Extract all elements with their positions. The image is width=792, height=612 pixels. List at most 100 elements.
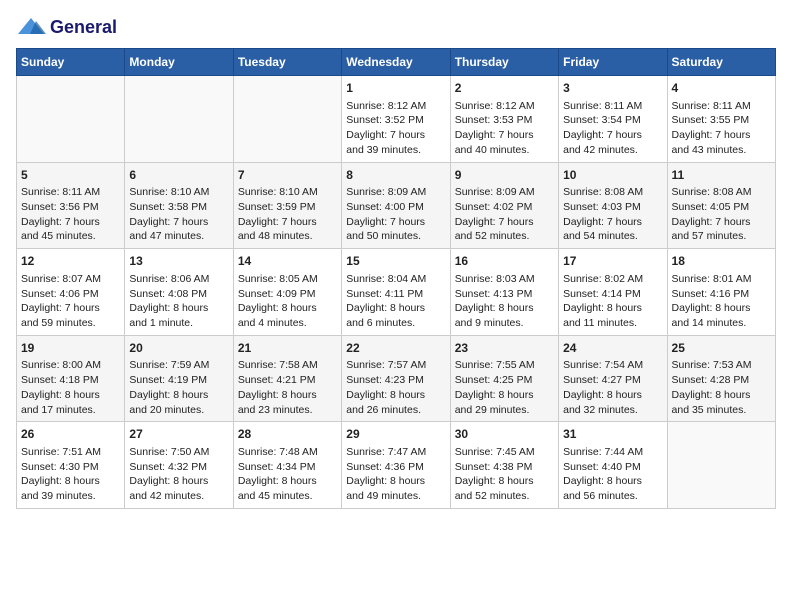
day-number: 16 <box>455 253 554 270</box>
day-info: and 42 minutes. <box>563 143 662 158</box>
day-number: 18 <box>672 253 771 270</box>
day-info: Daylight: 8 hours <box>346 301 445 316</box>
day-info: Sunrise: 8:12 AM <box>346 99 445 114</box>
calendar-cell: 21Sunrise: 7:58 AMSunset: 4:21 PMDayligh… <box>233 335 341 422</box>
calendar-cell <box>233 76 341 163</box>
day-number: 2 <box>455 80 554 97</box>
day-number: 17 <box>563 253 662 270</box>
calendar-cell: 29Sunrise: 7:47 AMSunset: 4:36 PMDayligh… <box>342 422 450 509</box>
calendar-cell: 16Sunrise: 8:03 AMSunset: 4:13 PMDayligh… <box>450 249 558 336</box>
day-number: 31 <box>563 426 662 443</box>
calendar-week-row: 26Sunrise: 7:51 AMSunset: 4:30 PMDayligh… <box>17 422 776 509</box>
day-info: Sunset: 3:54 PM <box>563 113 662 128</box>
day-info: Sunrise: 8:04 AM <box>346 272 445 287</box>
day-info: Sunset: 4:36 PM <box>346 460 445 475</box>
day-number: 12 <box>21 253 120 270</box>
day-info: Sunrise: 7:44 AM <box>563 445 662 460</box>
day-info: and 11 minutes. <box>563 316 662 331</box>
day-number: 15 <box>346 253 445 270</box>
calendar-cell: 10Sunrise: 8:08 AMSunset: 4:03 PMDayligh… <box>559 162 667 249</box>
calendar-cell: 1 Sunrise: 8:12 AMSunset: 3:52 PMDaylight… <box>342 76 450 163</box>
day-info: Daylight: 7 hours <box>346 128 445 143</box>
day-number: 20 <box>129 340 228 357</box>
day-info: Sunrise: 7:45 AM <box>455 445 554 460</box>
weekday-header: Thursday <box>450 49 558 76</box>
day-info: Sunrise: 8:10 AM <box>129 185 228 200</box>
logo-text: General <box>50 18 117 38</box>
day-number: 24 <box>563 340 662 357</box>
day-info: Daylight: 8 hours <box>21 388 120 403</box>
calendar-cell: 17Sunrise: 8:02 AMSunset: 4:14 PMDayligh… <box>559 249 667 336</box>
day-number: 1 <box>346 80 445 97</box>
calendar-cell: 23Sunrise: 7:55 AMSunset: 4:25 PMDayligh… <box>450 335 558 422</box>
weekday-header: Monday <box>125 49 233 76</box>
day-number: 8 <box>346 167 445 184</box>
day-info: Sunset: 3:53 PM <box>455 113 554 128</box>
day-info: Sunset: 3:59 PM <box>238 200 337 215</box>
day-number: 19 <box>21 340 120 357</box>
day-info: and 50 minutes. <box>346 229 445 244</box>
day-info: and 1 minute. <box>129 316 228 331</box>
calendar-cell: 31Sunrise: 7:44 AMSunset: 4:40 PMDayligh… <box>559 422 667 509</box>
day-info: Sunset: 4:34 PM <box>238 460 337 475</box>
day-info: and 26 minutes. <box>346 403 445 418</box>
day-info: Sunrise: 8:09 AM <box>346 185 445 200</box>
calendar-cell: 25Sunrise: 7:53 AMSunset: 4:28 PMDayligh… <box>667 335 775 422</box>
day-info: Sunrise: 7:55 AM <box>455 358 554 373</box>
calendar-cell: 13Sunrise: 8:06 AMSunset: 4:08 PMDayligh… <box>125 249 233 336</box>
day-info: Sunset: 3:58 PM <box>129 200 228 215</box>
day-info: Daylight: 7 hours <box>455 215 554 230</box>
day-info: Sunrise: 8:11 AM <box>21 185 120 200</box>
calendar-cell: 4Sunrise: 8:11 AMSunset: 3:55 PMDaylight… <box>667 76 775 163</box>
day-info: Sunset: 4:32 PM <box>129 460 228 475</box>
day-info: and 48 minutes. <box>238 229 337 244</box>
day-info: and 52 minutes. <box>455 229 554 244</box>
day-info: and 56 minutes. <box>563 489 662 504</box>
calendar-cell: 19Sunrise: 8:00 AMSunset: 4:18 PMDayligh… <box>17 335 125 422</box>
day-info: and 45 minutes. <box>21 229 120 244</box>
day-number: 26 <box>21 426 120 443</box>
day-info: Sunrise: 8:09 AM <box>455 185 554 200</box>
calendar-cell: 27Sunrise: 7:50 AMSunset: 4:32 PMDayligh… <box>125 422 233 509</box>
day-info: Sunrise: 8:12 AM <box>455 99 554 114</box>
day-info: Sunset: 4:18 PM <box>21 373 120 388</box>
calendar-cell: 2Sunrise: 8:12 AMSunset: 3:53 PMDaylight… <box>450 76 558 163</box>
day-info: and 39 minutes. <box>346 143 445 158</box>
day-info: Sunset: 4:19 PM <box>129 373 228 388</box>
day-info: Daylight: 8 hours <box>238 388 337 403</box>
weekday-header: Wednesday <box>342 49 450 76</box>
calendar-cell: 30Sunrise: 7:45 AMSunset: 4:38 PMDayligh… <box>450 422 558 509</box>
day-info: Sunset: 4:16 PM <box>672 287 771 302</box>
day-info: Sunrise: 8:05 AM <box>238 272 337 287</box>
calendar-cell: 12Sunrise: 8:07 AMSunset: 4:06 PMDayligh… <box>17 249 125 336</box>
logo: General <box>16 16 117 40</box>
calendar-week-row: 1Sunrise: 8:12 AMSunset: 3:52 PMDaylight… <box>17 76 776 163</box>
day-info: Daylight: 8 hours <box>563 474 662 489</box>
day-info: and 45 minutes. <box>238 489 337 504</box>
day-info: Sunrise: 8:11 AM <box>563 99 662 114</box>
day-info: Daylight: 8 hours <box>455 474 554 489</box>
day-info: and 9 minutes. <box>455 316 554 331</box>
day-number: 10 <box>563 167 662 184</box>
calendar-cell <box>667 422 775 509</box>
day-info: Sunset: 3:52 PM <box>346 113 445 128</box>
day-number: 27 <box>129 426 228 443</box>
calendar-cell: 18Sunrise: 8:01 AMSunset: 4:16 PMDayligh… <box>667 249 775 336</box>
day-info: Sunrise: 7:51 AM <box>21 445 120 460</box>
day-info: Sunrise: 7:50 AM <box>129 445 228 460</box>
day-number: 7 <box>238 167 337 184</box>
day-info: Sunrise: 8:11 AM <box>672 99 771 114</box>
calendar-cell: 7Sunrise: 8:10 AMSunset: 3:59 PMDaylight… <box>233 162 341 249</box>
day-info: Sunset: 4:25 PM <box>455 373 554 388</box>
day-info: Daylight: 7 hours <box>563 215 662 230</box>
day-number: 11 <box>672 167 771 184</box>
weekday-header: Sunday <box>17 49 125 76</box>
calendar-cell <box>125 76 233 163</box>
calendar-cell: 9Sunrise: 8:09 AMSunset: 4:02 PMDaylight… <box>450 162 558 249</box>
weekday-header-row: SundayMondayTuesdayWednesdayThursdayFrid… <box>17 49 776 76</box>
day-info: and 14 minutes. <box>672 316 771 331</box>
day-info: Sunrise: 8:00 AM <box>21 358 120 373</box>
day-info: Daylight: 8 hours <box>455 388 554 403</box>
day-info: Daylight: 8 hours <box>563 301 662 316</box>
day-info: Sunset: 4:21 PM <box>238 373 337 388</box>
